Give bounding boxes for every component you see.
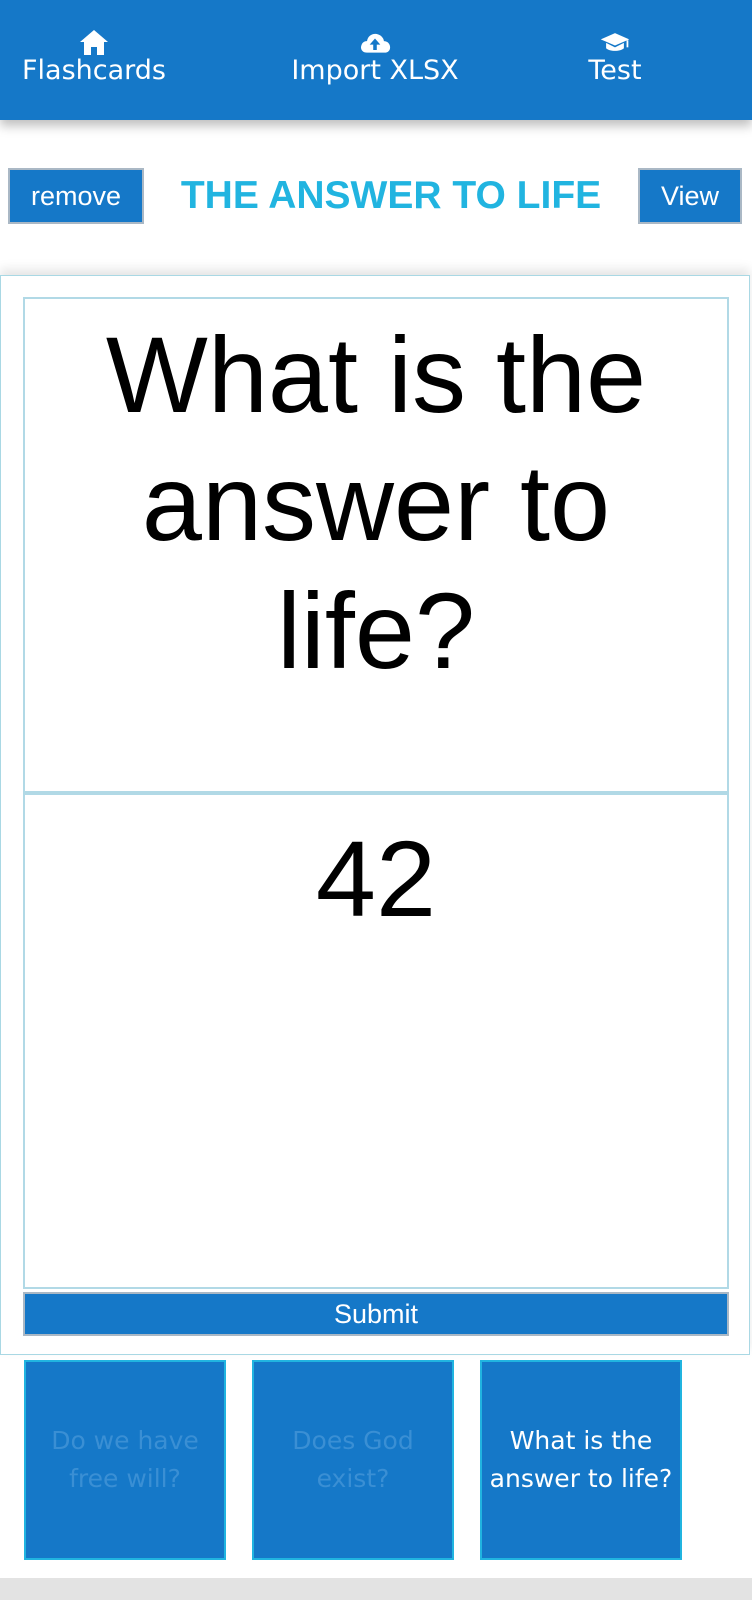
cloud-upload-icon [361,33,391,53]
nav-flashcards[interactable]: Flashcards [20,28,168,92]
answer-text: 42 [315,818,437,939]
bottom-scrollbar[interactable] [0,1578,752,1600]
card-tile-label: Do we have free will? [51,1426,199,1493]
remove-button[interactable]: remove [8,168,144,224]
nav-import-xlsx[interactable]: Import XLSX [290,28,460,92]
graduation-cap-icon [600,33,630,51]
nav-test-label: Test [588,55,642,86]
question-face[interactable]: What is the answer to life? [23,297,729,793]
card-tile-label: Does God exist? [292,1426,414,1493]
card-tile-free-will[interactable]: Do we have free will? [24,1360,226,1560]
card-tile-label: What is the answer to life? [489,1426,673,1493]
nav-flashcards-label: Flashcards [22,55,166,86]
flashcard-panel: What is the answer to life? 42 Submit [0,275,750,1355]
nav-test[interactable]: Test [570,28,660,92]
nav-import-label: Import XLSX [291,55,459,86]
answer-face[interactable]: 42 [23,793,729,1289]
top-navbar: Flashcards Import XLSX Test [0,0,752,120]
view-button[interactable]: View [638,168,742,224]
home-icon [80,30,108,55]
card-tile-god-exist[interactable]: Does God exist? [252,1360,454,1560]
question-text: What is the answer to life? [105,314,647,691]
card-tile-answer-to-life[interactable]: What is the answer to life? [480,1360,682,1560]
deck-title: THE ANSWER TO LIFE [180,174,602,217]
submit-button[interactable]: Submit [23,1292,729,1336]
